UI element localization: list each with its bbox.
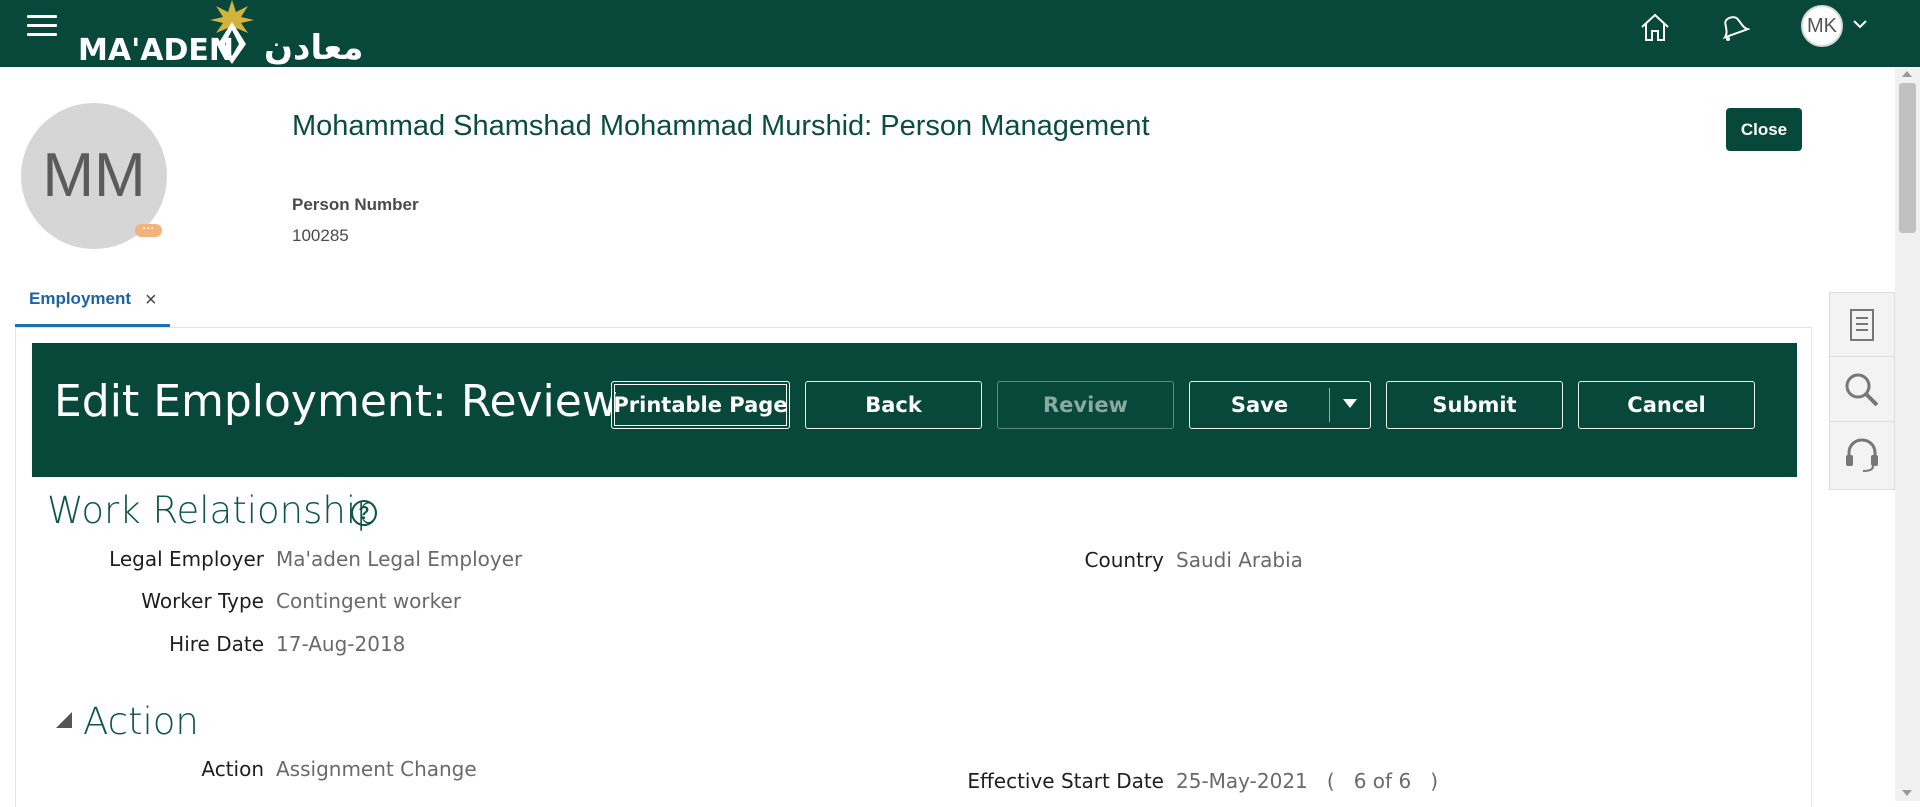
action-section-title: Action	[83, 700, 199, 743]
person-number-value: 100285	[292, 226, 349, 245]
search-icon	[1845, 373, 1879, 407]
scroll-up-arrow-icon[interactable]	[1902, 71, 1912, 77]
effective-start-date-label: Effective Start Date	[967, 769, 1164, 793]
avatar-more-badge[interactable]: ···	[135, 222, 162, 237]
tab-employment-label[interactable]: Employment	[29, 289, 131, 309]
page-banner: Edit Employment: Review Printable Page B…	[32, 343, 1797, 477]
side-help-desk-button[interactable]	[1830, 423, 1894, 487]
company-logo[interactable]: MA'ADEN معادن	[76, 0, 396, 68]
scrollbar-thumb[interactable]	[1899, 83, 1916, 233]
review-button[interactable]: Review	[997, 381, 1174, 429]
action-value: Assignment Change	[276, 757, 477, 781]
submit-button[interactable]: Submit	[1386, 381, 1563, 429]
save-dropdown-arrow-icon[interactable]	[1343, 399, 1357, 408]
chevron-down-icon[interactable]	[1852, 18, 1868, 30]
save-button-label[interactable]: Save	[1190, 382, 1329, 428]
headset-icon	[1846, 438, 1878, 472]
scroll-down-arrow-icon[interactable]	[1902, 790, 1912, 796]
hire-date-label: Hire Date	[169, 632, 264, 656]
save-button[interactable]: Save	[1189, 381, 1371, 429]
logo-text-ar: معادن	[264, 28, 364, 68]
hamburger-icon[interactable]	[27, 15, 57, 37]
work-relationship-title: Work Relationship	[47, 489, 380, 532]
banner-title: Edit Employment: Review	[54, 376, 618, 427]
tab-employment[interactable]: Employment ×	[15, 282, 170, 328]
printable-page-button[interactable]: Printable Page	[611, 381, 790, 429]
top-navigation-bar: MA'ADEN معادن MK	[0, 0, 1920, 68]
home-icon[interactable]	[1638, 10, 1672, 44]
user-avatar[interactable]: MK	[1801, 5, 1843, 47]
notifications-bell-icon[interactable]	[1716, 10, 1750, 44]
cancel-button[interactable]: Cancel	[1578, 381, 1755, 429]
country-label: Country	[1084, 548, 1164, 572]
legal-employer-label: Legal Employer	[109, 547, 264, 571]
page-scrollbar[interactable]	[1895, 67, 1920, 801]
country-value: Saudi Arabia	[1176, 548, 1303, 572]
logo-text-en: MA'ADEN	[78, 33, 234, 68]
side-tools-panel	[1829, 292, 1895, 490]
close-button[interactable]: Close	[1726, 108, 1802, 151]
legal-employer-value: Ma'aden Legal Employer	[276, 547, 523, 571]
page-title: Mohammad Shamshad Mohammad Murshid: Pers…	[292, 110, 1150, 142]
worker-type-label: Worker Type	[141, 589, 264, 613]
action-label: Action	[201, 757, 264, 781]
help-icon[interactable]: ?	[351, 500, 377, 526]
close-icon[interactable]: ×	[145, 289, 157, 312]
worker-type-value: Contingent worker	[276, 589, 462, 613]
hire-date-value: 17-Aug-2018	[276, 632, 406, 656]
save-split-divider	[1329, 388, 1330, 422]
side-search-button[interactable]	[1830, 358, 1894, 422]
back-button[interactable]: Back	[805, 381, 982, 429]
document-icon	[1850, 309, 1874, 341]
person-number-label: Person Number	[292, 195, 419, 214]
effective-start-date-value: 25-May-2021 ( 6 of 6 )	[1176, 769, 1439, 793]
side-document-button[interactable]	[1830, 293, 1894, 357]
collapse-triangle-icon[interactable]	[56, 712, 72, 728]
